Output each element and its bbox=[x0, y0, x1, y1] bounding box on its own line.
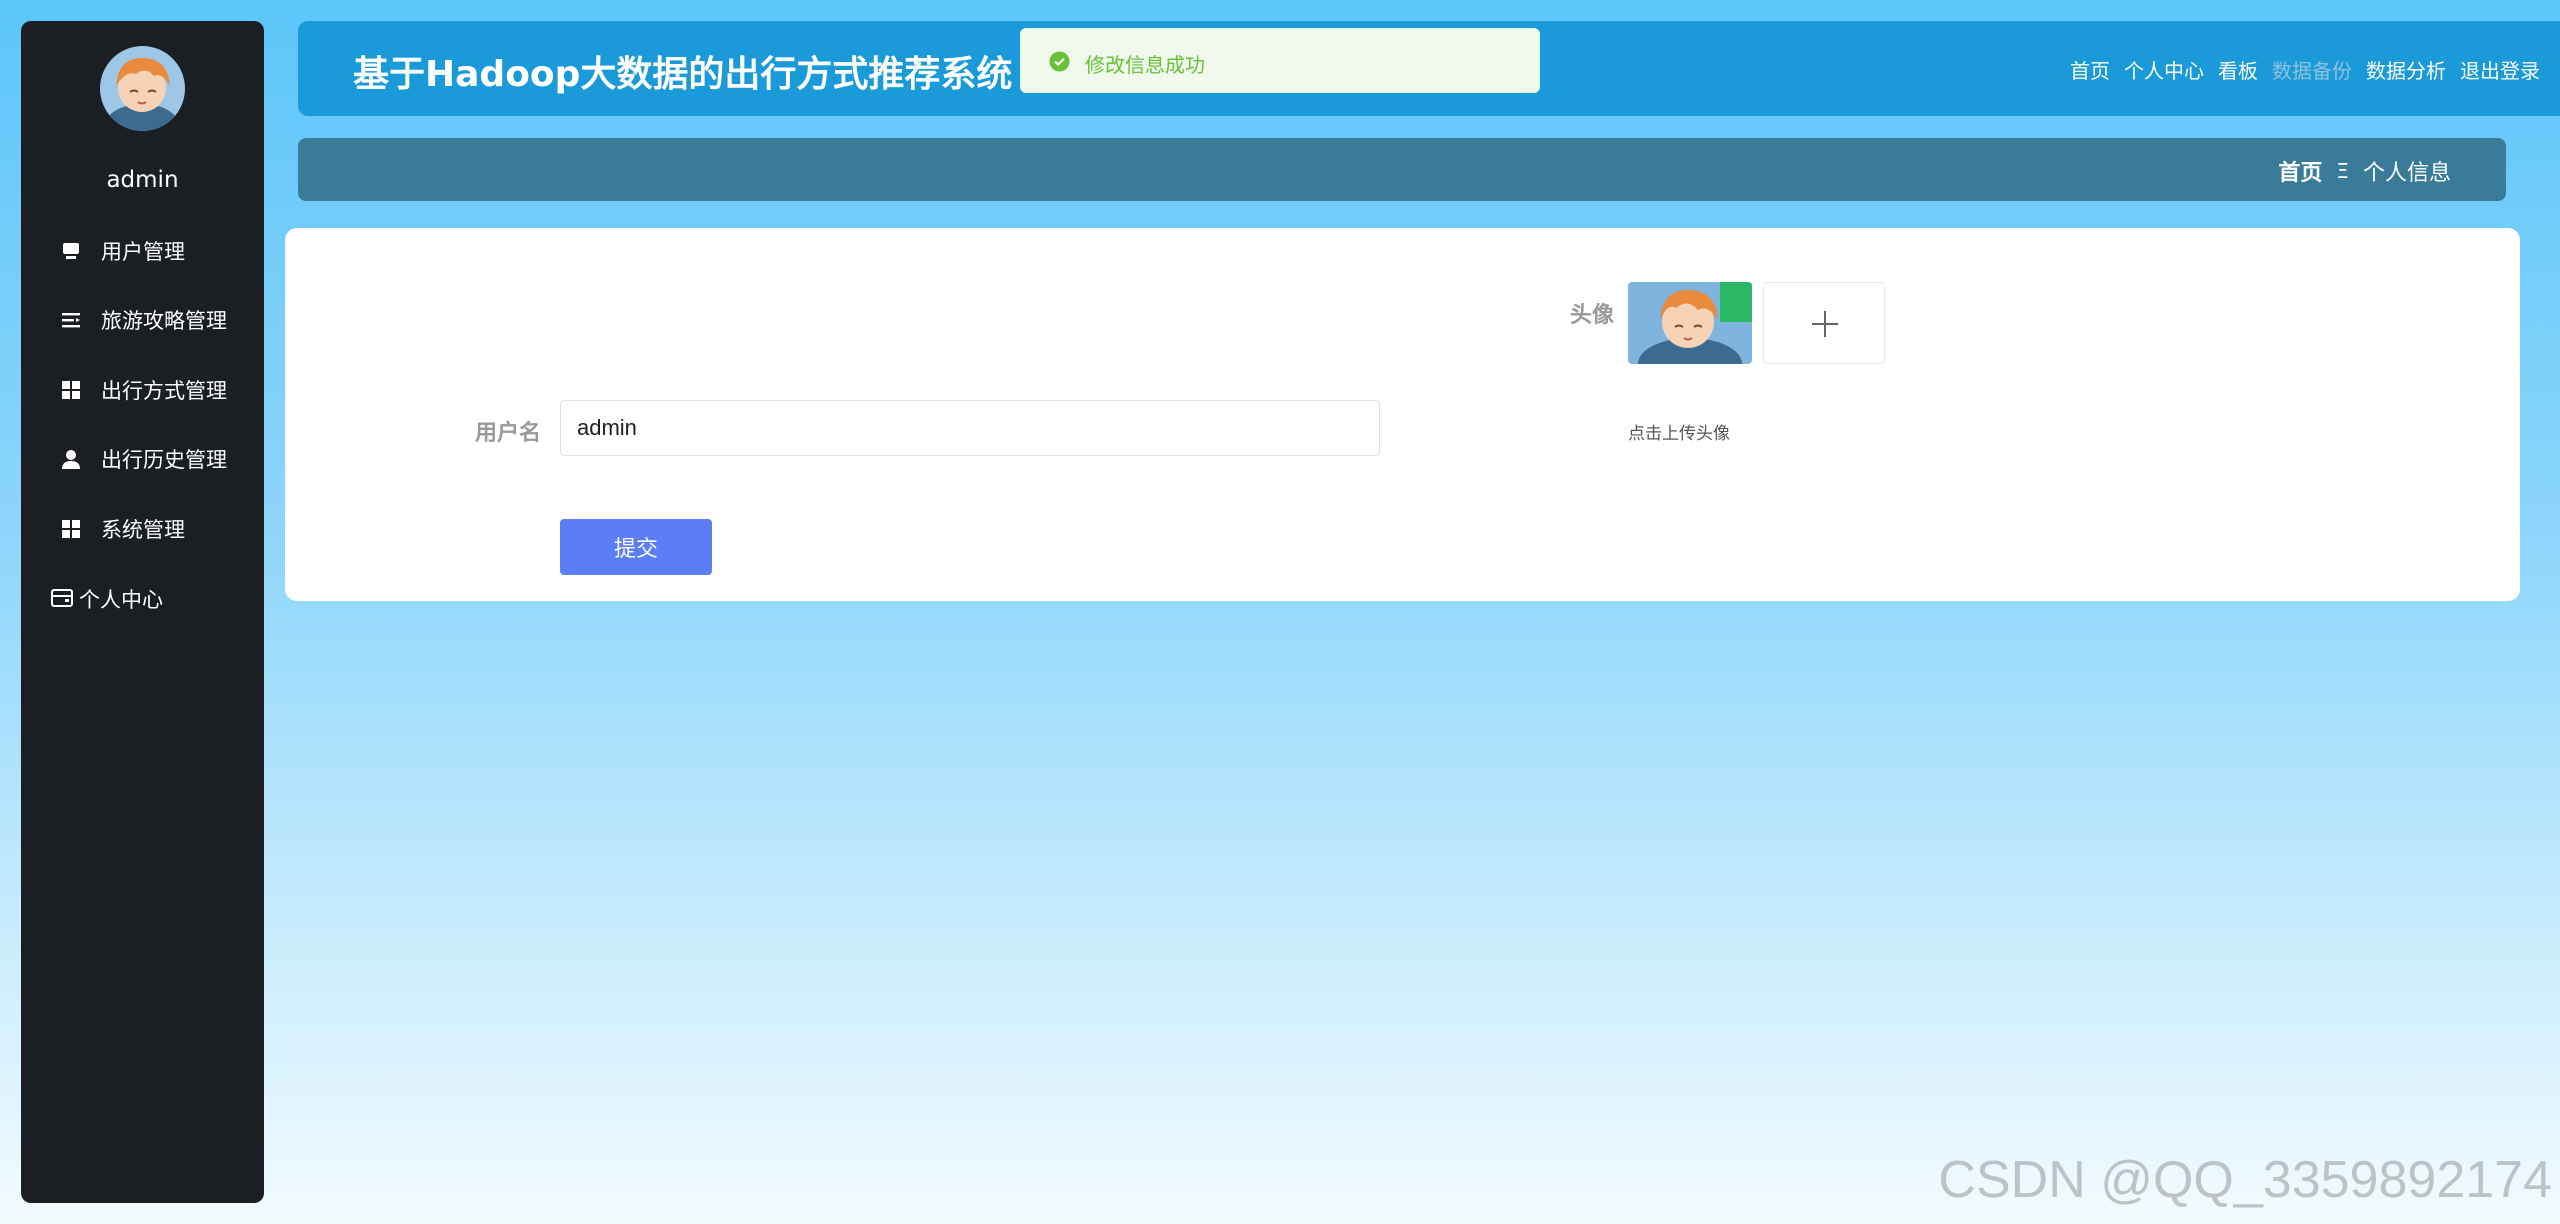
sidebar-item-label: 出行历史管理 bbox=[101, 448, 227, 472]
sidebar-item-label: 个人中心 bbox=[79, 588, 163, 612]
breadcrumb-home[interactable]: 首页 bbox=[2278, 155, 2322, 187]
grid-icon bbox=[61, 519, 81, 539]
sidebar-item-travel-history-management[interactable]: 出行历史管理 bbox=[21, 432, 264, 484]
list-icon bbox=[61, 310, 81, 330]
nav-home[interactable]: 首页 bbox=[2070, 55, 2110, 84]
top-nav: 首页 个人中心 看板 数据备份 数据分析 退出登录 bbox=[2070, 55, 2540, 84]
toast-message: 修改信息成功 bbox=[1085, 53, 1205, 77]
user-card-icon bbox=[61, 241, 81, 261]
sidebar-item-personal-center[interactable]: 个人中心 bbox=[21, 572, 264, 624]
sidebar-item-label: 旅游攻略管理 bbox=[101, 309, 227, 333]
breadcrumb-bar: 首页 Ξ 个人信息 bbox=[298, 138, 2506, 201]
sidebar-item-label: 出行方式管理 bbox=[101, 379, 227, 403]
nav-personal-center[interactable]: 个人中心 bbox=[2124, 55, 2204, 84]
sidebar-item-travel-guide-management[interactable]: 旅游攻略管理 bbox=[21, 293, 264, 345]
avatar-upload-button[interactable] bbox=[1763, 282, 1885, 364]
sidebar-item-system-management[interactable]: 系统管理 bbox=[21, 502, 264, 554]
person-icon bbox=[61, 449, 81, 469]
watermark: CSDN @QQ_3359892174 bbox=[1938, 1151, 2552, 1209]
site-title: 基于Hadoop大数据的出行方式推荐系统 bbox=[353, 54, 1013, 95]
wallet-icon bbox=[51, 588, 73, 608]
nav-logout[interactable]: 退出登录 bbox=[2460, 55, 2540, 84]
sidebar-item-travel-mode-management[interactable]: 出行方式管理 bbox=[21, 363, 264, 415]
nav-data-backup[interactable]: 数据备份 bbox=[2272, 55, 2352, 84]
sidebar-username: admin bbox=[106, 167, 179, 193]
submit-button[interactable]: 提交 bbox=[560, 519, 712, 575]
nav-data-analysis[interactable]: 数据分析 bbox=[2366, 55, 2446, 84]
success-toast: 修改信息成功 bbox=[1020, 28, 1540, 93]
sidebar-item-label: 用户管理 bbox=[101, 240, 185, 264]
sidebar: admin 用户管理 旅游攻略管理 出行方式管理 出行历史管理 系统管理 个人中… bbox=[21, 21, 264, 1203]
breadcrumb: 首页 Ξ 个人信息 bbox=[2278, 155, 2451, 187]
avatar-preview[interactable] bbox=[1628, 282, 1752, 364]
profile-form-card: 头像 点击上传头像 用户名 提交 bbox=[285, 228, 2520, 601]
breadcrumb-current: 个人信息 bbox=[2362, 161, 2451, 186]
avatar-label: 头像 bbox=[1570, 303, 1615, 328]
username-input[interactable] bbox=[560, 400, 1380, 456]
plus-icon bbox=[1809, 308, 1841, 340]
breadcrumb-separator: Ξ bbox=[2336, 159, 2349, 183]
username-label: 用户名 bbox=[475, 421, 542, 446]
sidebar-item-user-management[interactable]: 用户管理 bbox=[21, 224, 264, 276]
sidebar-item-label: 系统管理 bbox=[101, 518, 185, 542]
grid-icon bbox=[61, 380, 81, 400]
nav-dashboard[interactable]: 看板 bbox=[2218, 55, 2258, 84]
success-check-icon bbox=[1049, 51, 1070, 72]
sidebar-avatar bbox=[100, 46, 185, 131]
upload-hint: 点击上传头像 bbox=[1628, 424, 1730, 444]
